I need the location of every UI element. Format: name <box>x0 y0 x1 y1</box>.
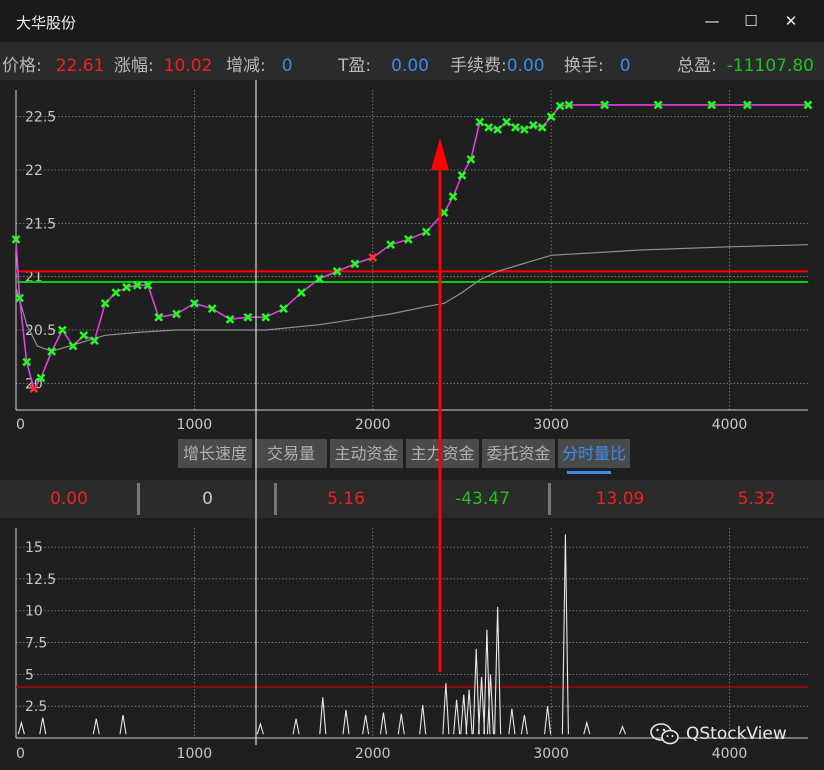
value-growth-speed: 0.00 <box>50 489 88 509</box>
tab-growth-speed[interactable]: 增长速度 <box>178 439 252 468</box>
stats-bar: 价格: 22.61 涨幅: 10.02 增减: 0 T盈: 0.00 手续费:0.00 … <box>0 42 824 80</box>
y-tick-label: 22 <box>25 163 43 179</box>
value-order-funds: 13.09 <box>595 489 645 509</box>
trade-marker <box>448 192 458 202</box>
stat-delta: 增减: 0 <box>226 56 293 76</box>
volume-ratio-spike <box>419 704 427 735</box>
volume-ratio-spike <box>520 715 528 735</box>
volume-ratio-spike <box>494 606 502 735</box>
x-tick-label: 1000 <box>177 746 213 762</box>
tab-active-funds[interactable]: 主动资金 <box>330 439 403 468</box>
trade-marker <box>57 325 67 335</box>
trade-marker <box>79 330 89 340</box>
volume-ratio-spike <box>583 720 591 735</box>
watermark-text: QStockView <box>686 724 787 744</box>
stat-t-profit: T盈: 0.00 <box>338 56 429 76</box>
trade-marker <box>439 208 449 218</box>
trade-marker <box>47 346 57 356</box>
value-bar: 0.00 0 5.16 -43.47 13.09 5.32 <box>0 480 824 518</box>
x-tick-label: 3000 <box>533 746 569 762</box>
trade-marker <box>421 227 431 237</box>
volume-ratio-spike <box>292 718 300 735</box>
tab-volume-ratio[interactable]: 分时量比 <box>558 439 630 468</box>
volume-ratio-spike <box>397 713 405 735</box>
volume-ratio-spike <box>256 722 264 735</box>
tab-main-funds[interactable]: 主力资金 <box>406 439 479 468</box>
price-line <box>15 104 808 391</box>
x-tick-label: 2000 <box>355 417 391 433</box>
volume-ratio-spike <box>342 709 350 735</box>
volume-ratio-spike <box>618 725 626 735</box>
trade-marker <box>279 304 288 314</box>
volume-ratio-spike <box>483 629 491 735</box>
y-tick-label: 5 <box>25 667 34 683</box>
x-tick-label: 2000 <box>355 746 391 762</box>
tab-volume[interactable]: 交易量 <box>255 439 327 468</box>
x-tick-label: 1000 <box>177 417 213 433</box>
volume-ratio-spike <box>544 706 552 735</box>
trade-marker <box>502 117 511 127</box>
volume-ratio-spike <box>453 699 461 735</box>
y-tick-label: 10 <box>25 604 43 620</box>
volume-ratio-spike <box>465 689 473 735</box>
stat-turnover: 换手: 0 <box>564 56 631 76</box>
average-price-line <box>15 244 809 352</box>
volume-ratio-spike <box>442 683 450 735</box>
wechat-icon <box>650 723 679 745</box>
volume-ratio-spike <box>319 697 327 735</box>
trade-marker <box>457 170 467 180</box>
volume-ratio-spike <box>508 708 516 735</box>
close-button[interactable]: ✕ <box>771 6 811 36</box>
watermark: QStockView <box>650 720 787 748</box>
y-tick-label: 2.5 <box>25 699 47 715</box>
title-bar: 大华股份 — ☐ ✕ <box>0 0 824 42</box>
minimize-button[interactable]: — <box>692 6 732 36</box>
trade-marker <box>297 288 306 298</box>
x-tick-label: 3000 <box>533 417 569 433</box>
volume-ratio-spike <box>561 534 569 735</box>
trade-marker <box>111 288 121 298</box>
volume-ratio-spike <box>119 715 127 735</box>
value-volume: 0 <box>202 489 213 509</box>
x-tick-label: 4000 <box>712 417 748 433</box>
stat-price: 价格: 22.61 <box>2 56 105 76</box>
active-tab-indicator <box>567 471 611 474</box>
y-tick-label: 22.5 <box>25 110 56 126</box>
maximize-button[interactable]: ☐ <box>731 6 771 36</box>
volume-ratio-spike <box>17 720 25 735</box>
tab-order-funds[interactable]: 委托资金 <box>482 439 555 468</box>
stat-change: 涨幅: 10.02 <box>114 56 213 76</box>
window-title: 大华股份 <box>16 14 77 32</box>
stat-total-profit: 总盈: -11107.80 <box>677 56 814 76</box>
volume-ratio-spike <box>460 694 468 735</box>
x-tick-label: 4000 <box>712 746 748 762</box>
volume-ratio-spike <box>39 717 47 735</box>
y-tick-label: 7.5 <box>25 636 47 652</box>
price-chart[interactable]: 2020.52121.52222.50 1000 2000 3000 4000 <box>0 80 824 438</box>
volume-ratio-spike <box>472 648 480 735</box>
stat-fee: 手续费:0.00 <box>450 56 545 76</box>
indicator-tabs: 增长速度 交易量 主动资金 主力资金 委托资金 分时量比 <box>0 439 824 471</box>
y-tick-label: 21.5 <box>25 216 56 232</box>
y-tick-label: 15 <box>25 540 43 556</box>
value-main-funds: -43.47 <box>455 489 510 509</box>
y-tick-label: 12.5 <box>25 572 56 588</box>
volume-ratio-spike <box>92 718 100 735</box>
trade-marker <box>350 259 360 269</box>
x-tick-label: 0 <box>16 417 25 433</box>
volume-ratio-spike <box>379 712 388 735</box>
x-tick-label: 0 <box>16 746 25 762</box>
value-active-funds: 5.16 <box>327 489 365 509</box>
volume-ratio-spike <box>362 715 370 735</box>
value-volume-ratio: 5.32 <box>737 489 776 509</box>
